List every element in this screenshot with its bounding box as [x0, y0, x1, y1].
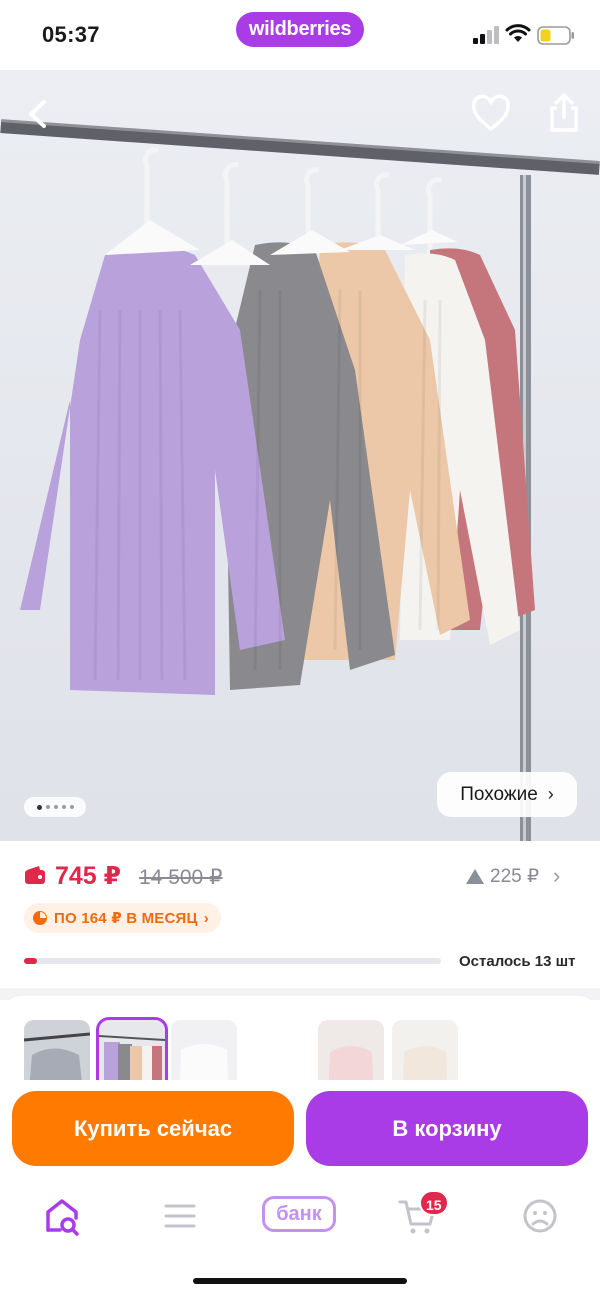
back-icon[interactable]: [18, 94, 58, 134]
pager-dot: [53, 805, 58, 809]
pager-dot: [45, 805, 50, 809]
add-to-cart-button[interactable]: В корзину: [306, 1091, 588, 1166]
wifi-icon: [505, 24, 531, 42]
pager-dot-active: [36, 804, 42, 810]
price-section: 745 ₽ 14 500 ₽ 225 ₽ › ПО 164 ₽ В МЕСЯЦ …: [0, 841, 600, 988]
stock-progress-fill: [24, 958, 37, 964]
share-icon[interactable]: [544, 92, 584, 134]
installment-badge[interactable]: ПО 164 ₽ В МЕСЯЦ ›: [24, 903, 221, 933]
home-indicator: [193, 1278, 407, 1284]
battery-icon: [537, 26, 574, 45]
current-price: 745 ₽: [55, 862, 122, 890]
catalog-icon[interactable]: [158, 1194, 202, 1238]
status-bar: 05:37 wildberries: [0, 0, 600, 70]
chevron-right-icon: ›: [547, 784, 554, 804]
chevron-right-icon[interactable]: ›: [553, 863, 560, 889]
chevron-right-icon: ›: [203, 909, 209, 927]
home-search-icon[interactable]: [40, 1194, 84, 1238]
purchase-actions: Купить сейчас В корзину: [0, 1080, 600, 1174]
stock-left: Осталось 13 шт: [459, 953, 576, 970]
image-pager-dots: [24, 797, 86, 817]
bank-button[interactable]: банк: [262, 1196, 336, 1232]
price-history[interactable]: 225 ₽: [466, 865, 539, 888]
status-time: 05:37: [42, 22, 100, 47]
bottom-navigation: банк 15: [0, 1174, 600, 1297]
cellular-signal-icon: [473, 26, 499, 44]
cart-count-badge: 15: [419, 1190, 449, 1216]
brand-logo: wildberries: [236, 12, 364, 47]
heart-icon[interactable]: [470, 94, 512, 134]
installment-text: ПО 164 ₽ В МЕСЯЦ: [54, 910, 198, 927]
stock-progress: [24, 958, 441, 964]
buy-now-button[interactable]: Купить сейчас: [12, 1091, 294, 1166]
profile-icon[interactable]: [518, 1194, 562, 1238]
pager-dot: [61, 805, 66, 809]
installment-icon: [33, 911, 47, 925]
product-photo: [0, 119, 600, 841]
price-delta: 225 ₽: [490, 866, 540, 887]
similar-button[interactable]: Похожие ›: [437, 772, 577, 817]
wallet-icon: [25, 866, 45, 884]
pager-dot: [69, 805, 74, 809]
similar-label: Похожие: [460, 783, 538, 805]
product-image-gallery[interactable]: Похожие ›: [0, 70, 600, 841]
triangle-up-icon: [466, 869, 484, 884]
old-price: 14 500 ₽: [139, 866, 223, 889]
